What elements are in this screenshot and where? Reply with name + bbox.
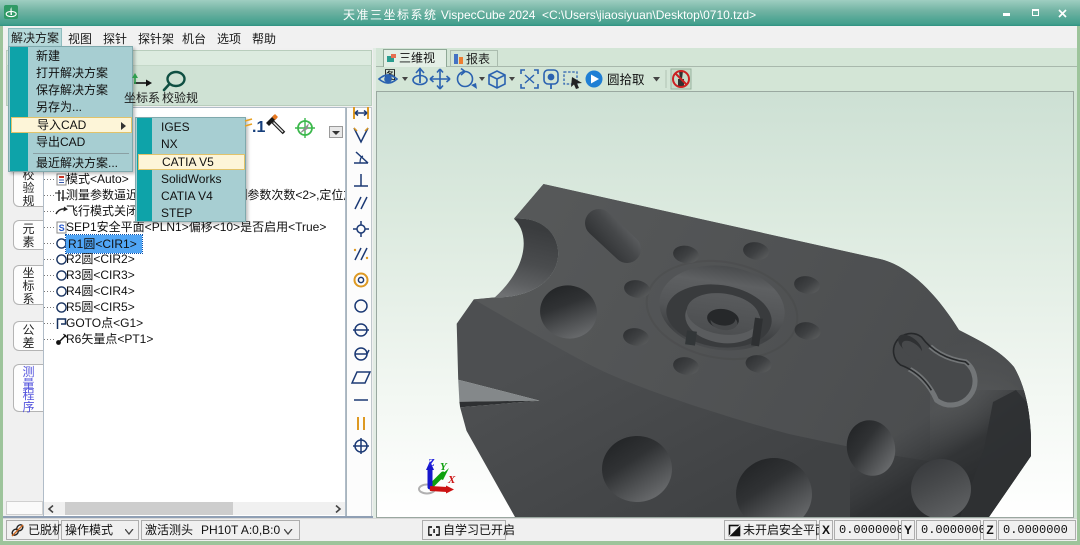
svg-text:圆拾取: 圆拾取 xyxy=(607,72,645,87)
svg-text:Z: Z xyxy=(427,457,435,469)
svg-text:S: S xyxy=(59,223,65,233)
svg-text:X: X xyxy=(447,474,456,486)
